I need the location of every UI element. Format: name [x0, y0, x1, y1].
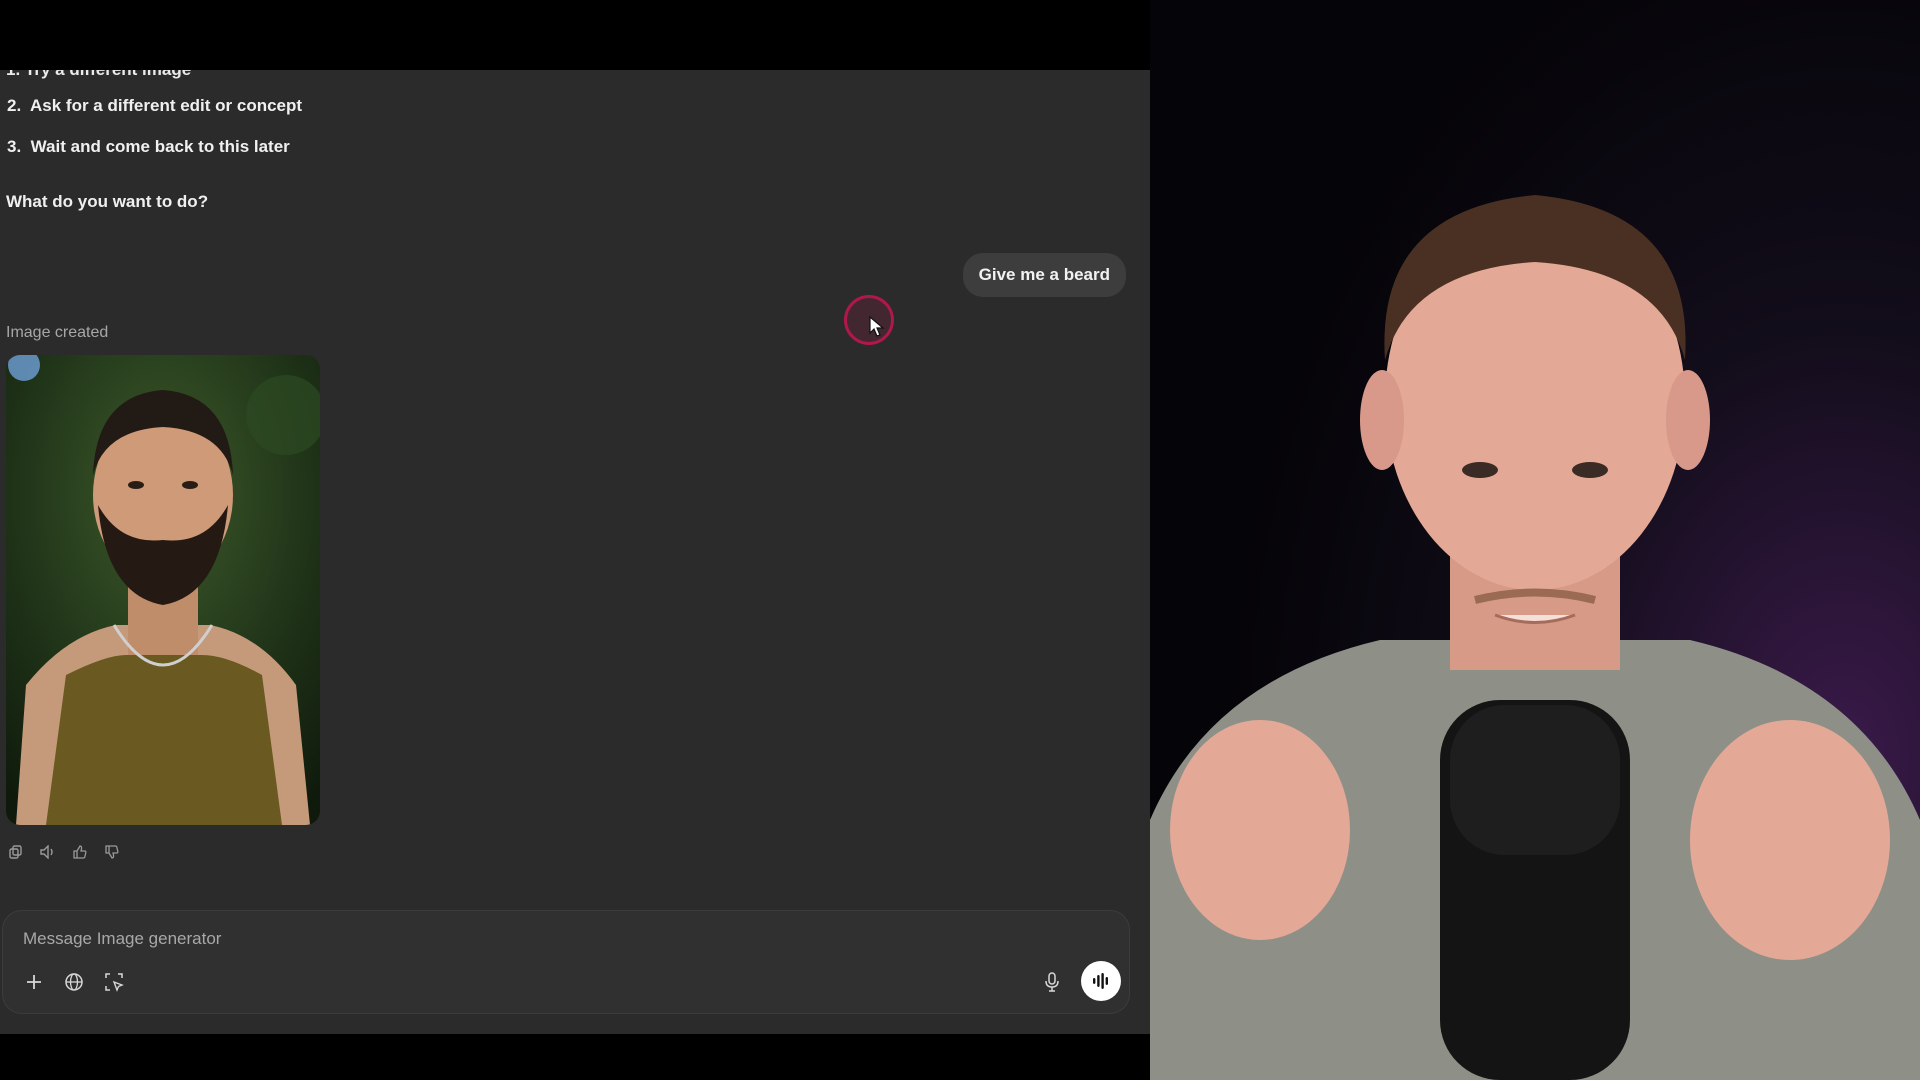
presenter-webcam [1150, 0, 1920, 1080]
copy-icon[interactable] [6, 842, 26, 862]
cut-off-list-item: 1. Try a different image [6, 70, 191, 80]
list-text: Ask for a different edit or concept [30, 96, 303, 115]
presenter-video-illustration [1150, 0, 1920, 1080]
generated-image[interactable] [6, 355, 320, 825]
message-composer [2, 910, 1130, 1014]
message-input[interactable] [21, 925, 925, 953]
generated-portrait-illustration [6, 355, 320, 825]
plus-icon[interactable] [19, 967, 49, 997]
list-text: Wait and come back to this later [30, 137, 290, 156]
microphone-icon[interactable] [1037, 967, 1067, 997]
select-region-icon[interactable] [99, 967, 129, 997]
list-number: 3. [7, 137, 22, 156]
thumbs-down-icon[interactable] [102, 842, 122, 862]
list-item-2: 2. Ask for a different edit or concept [7, 96, 302, 116]
message-actions [6, 842, 122, 862]
chat-panel: 1. Try a different image 2. Ask for a di… [0, 70, 1150, 1034]
bottom-black-bar [0, 1034, 1150, 1080]
voice-mode-icon [1093, 973, 1108, 989]
click-highlight-cursor [844, 295, 894, 345]
speaker-icon[interactable] [38, 842, 58, 862]
user-message-bubble: Give me a beard [962, 253, 1126, 297]
image-created-label: Image created [6, 324, 109, 341]
cursor-arrow-icon [869, 316, 885, 337]
voice-mode-button[interactable] [1081, 961, 1121, 1001]
thumbs-up-icon[interactable] [70, 842, 90, 862]
globe-icon[interactable] [59, 967, 89, 997]
assistant-question: What do you want to do? [6, 192, 209, 211]
top-black-bar [0, 0, 1150, 70]
list-number: 2. [7, 96, 22, 115]
list-item-3: 3. Wait and come back to this later [7, 137, 290, 157]
